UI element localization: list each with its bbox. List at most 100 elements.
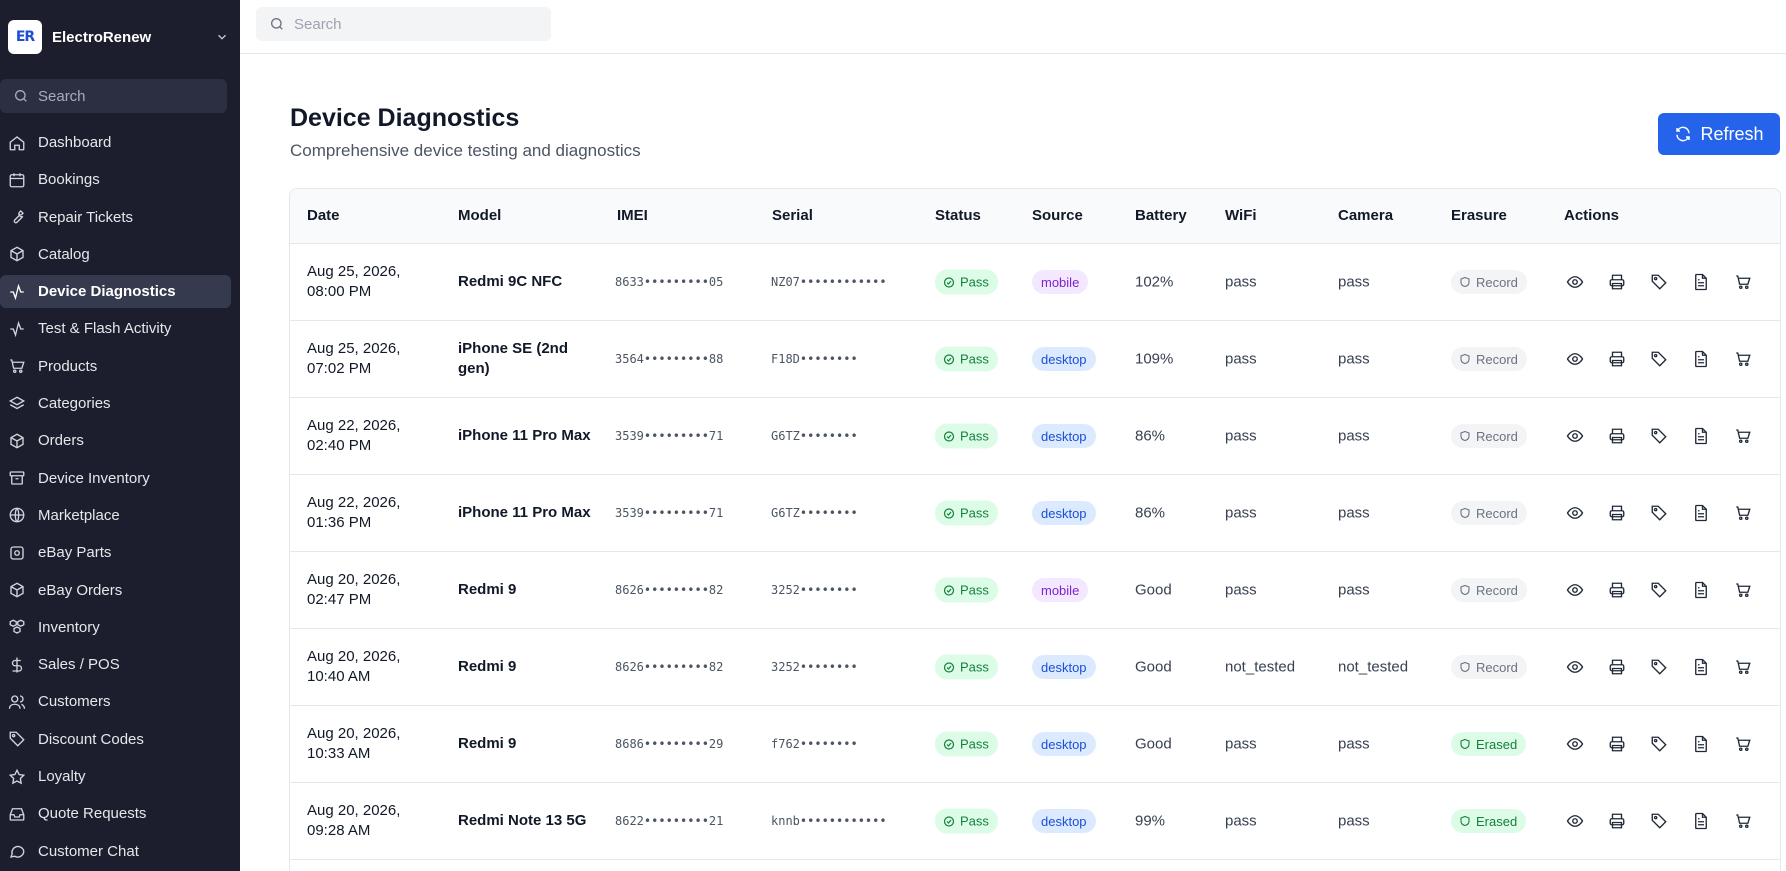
printer-icon[interactable]	[1606, 733, 1628, 755]
sidebar-item-device-inventory[interactable]: Device Inventory	[0, 462, 231, 495]
document-icon[interactable]	[1690, 656, 1712, 678]
sidebar-item-ebay-parts[interactable]: eBay Parts	[0, 536, 231, 569]
sidebar-item-repair-tickets[interactable]: Repair Tickets	[0, 201, 231, 234]
sidebar-item-label: Device Diagnostics	[38, 283, 176, 301]
cart-icon[interactable]	[1732, 810, 1754, 832]
status-text: Pass	[960, 351, 989, 367]
sidebar-item-loyalty[interactable]: Loyalty	[0, 760, 231, 793]
refresh-label: Refresh	[1700, 123, 1764, 144]
cell-source: desktop	[1032, 732, 1096, 756]
boxes-icon	[7, 617, 27, 637]
printer-icon[interactable]	[1606, 502, 1628, 524]
erasure-badge: Erased	[1451, 809, 1527, 833]
tag-icon[interactable]	[1648, 348, 1670, 370]
eye-icon[interactable]	[1564, 271, 1586, 293]
cart-icon[interactable]	[1732, 425, 1754, 447]
sidebar-item-sales-pos[interactable]: Sales / POS	[0, 648, 231, 681]
document-icon[interactable]	[1690, 733, 1712, 755]
eye-icon[interactable]	[1564, 425, 1586, 447]
top-search-placeholder: Search	[294, 15, 342, 33]
col-header-camera[interactable]: Camera	[1338, 207, 1393, 224]
cart-icon[interactable]	[1732, 656, 1754, 678]
chevron-down-icon[interactable]	[212, 27, 232, 47]
printer-icon[interactable]	[1606, 348, 1628, 370]
eye-icon[interactable]	[1564, 348, 1586, 370]
document-icon[interactable]	[1690, 502, 1712, 524]
sidebar-item-customers[interactable]: Customers	[0, 685, 231, 718]
sidebar-item-orders[interactable]: Orders	[0, 424, 231, 457]
eye-icon[interactable]	[1564, 656, 1586, 678]
tag-icon[interactable]	[1648, 425, 1670, 447]
top-search-input[interactable]: Search	[256, 7, 551, 41]
sidebar-item-device-diagnostics[interactable]: Device Diagnostics	[0, 275, 231, 309]
cart-icon[interactable]	[1732, 579, 1754, 601]
printer-icon[interactable]	[1606, 810, 1628, 832]
cell-status: Pass	[935, 731, 998, 757]
col-header-date[interactable]: Date	[307, 207, 340, 224]
col-header-actions: Actions	[1564, 207, 1620, 224]
cart-icon[interactable]	[1732, 502, 1754, 524]
erasure-text: Erased	[1476, 736, 1518, 752]
refresh-button[interactable]: Refresh	[1658, 113, 1780, 155]
sidebar-search-input[interactable]: Search	[0, 79, 227, 113]
cart-icon[interactable]	[1732, 733, 1754, 755]
document-icon[interactable]	[1690, 810, 1712, 832]
check-circle-icon	[943, 353, 955, 365]
col-header-battery[interactable]: Battery	[1135, 207, 1187, 224]
sidebar-item-marketplace[interactable]: Marketplace	[0, 499, 231, 532]
printer-icon[interactable]	[1606, 271, 1628, 293]
sidebar-item-categories[interactable]: Categories	[0, 387, 231, 420]
printer-icon[interactable]	[1606, 425, 1628, 447]
tag-icon[interactable]	[1648, 502, 1670, 524]
table-row[interactable]: Aug 22, 2026, 01:36 PM iPhone 11 Pro Max…	[290, 475, 1780, 552]
table-row[interactable]: Aug 20, 2026, 10:33 AM Redmi 9 8686•••••…	[290, 706, 1780, 783]
erasure-badge: Record	[1451, 655, 1527, 679]
cart-icon[interactable]	[1732, 271, 1754, 293]
col-header-source[interactable]: Source	[1032, 207, 1083, 224]
sidebar-item-customer-chat[interactable]: Customer Chat	[0, 835, 231, 868]
col-header-status[interactable]: Status	[935, 207, 981, 224]
printer-icon[interactable]	[1606, 579, 1628, 601]
eye-icon[interactable]	[1564, 733, 1586, 755]
tag-icon[interactable]	[1648, 656, 1670, 678]
tag-icon[interactable]	[1648, 810, 1670, 832]
printer-icon[interactable]	[1606, 656, 1628, 678]
cell-battery: 86%	[1135, 427, 1166, 445]
sidebar-item-dashboard[interactable]: Dashboard	[0, 126, 231, 159]
sidebar-item-discount-codes[interactable]: Discount Codes	[0, 723, 231, 756]
sidebar-item-catalog[interactable]: Catalog	[0, 238, 231, 271]
sidebar-item-test-flash-activity[interactable]: Test & Flash Activity	[0, 312, 231, 345]
eye-icon[interactable]	[1564, 502, 1586, 524]
table-row[interactable]: Aug 25, 2026, 07:02 PM iPhone SE (2nd ge…	[290, 321, 1780, 398]
sidebar-item-quote-requests[interactable]: Quote Requests	[0, 797, 231, 830]
erasure-text: Erased	[1476, 813, 1518, 829]
table-row[interactable]: Aug 25, 2026, 08:00 PM Redmi 9C NFC 8633…	[290, 244, 1780, 321]
table-row[interactable]: Aug 22, 2026, 02:40 PM iPhone 11 Pro Max…	[290, 398, 1780, 475]
col-header-wifi[interactable]: WiFi	[1225, 207, 1257, 224]
document-icon[interactable]	[1690, 348, 1712, 370]
table-row[interactable]: Aug 20, 2026, 09:28 AM Redmi Note 13 5G …	[290, 783, 1780, 860]
sidebar-item-ebay-orders[interactable]: eBay Orders	[0, 574, 231, 607]
table-row[interactable]: Aug 20, 2026, 02:47 PM Redmi 9 8626•••••…	[290, 552, 1780, 629]
document-icon[interactable]	[1690, 579, 1712, 601]
col-header-erasure[interactable]: Erasure	[1451, 207, 1507, 224]
document-icon[interactable]	[1690, 425, 1712, 447]
table-row[interactable]: Aug 20, 2026, 10:40 AM Redmi 9 8626•••••…	[290, 629, 1780, 706]
eye-icon[interactable]	[1564, 810, 1586, 832]
col-header-imei[interactable]: IMEI	[617, 207, 648, 224]
check-circle-icon	[943, 507, 955, 519]
tag-icon[interactable]	[1648, 579, 1670, 601]
globe-icon	[7, 505, 27, 525]
document-icon[interactable]	[1690, 271, 1712, 293]
col-header-model[interactable]: Model	[458, 207, 501, 224]
sidebar-item-products[interactable]: Products	[0, 350, 231, 383]
brand-logo: ER	[8, 20, 42, 54]
brand-switcher[interactable]: ER ElectroRenew	[8, 18, 232, 56]
cart-icon[interactable]	[1732, 348, 1754, 370]
eye-icon[interactable]	[1564, 579, 1586, 601]
sidebar-item-inventory[interactable]: Inventory	[0, 611, 231, 644]
tag-icon[interactable]	[1648, 733, 1670, 755]
col-header-serial[interactable]: Serial	[772, 207, 813, 224]
sidebar-item-bookings[interactable]: Bookings	[0, 163, 231, 196]
tag-icon[interactable]	[1648, 271, 1670, 293]
